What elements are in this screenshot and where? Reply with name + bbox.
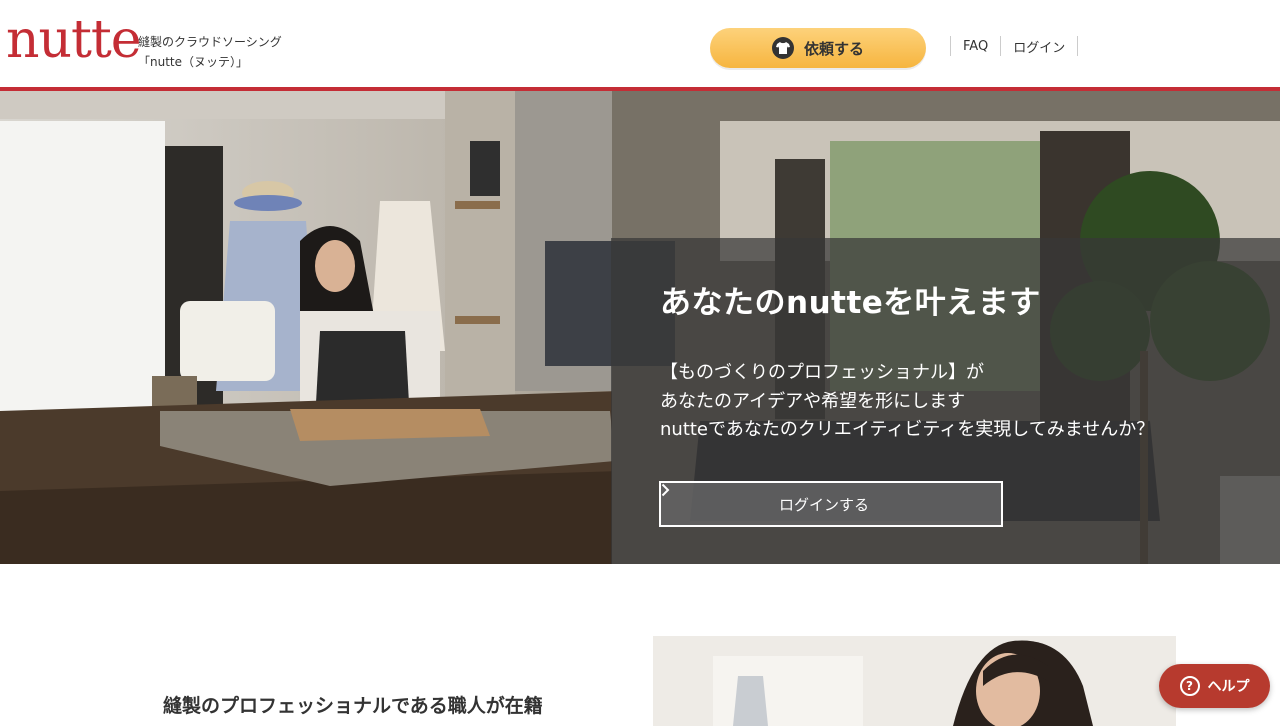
hero-line-3: nutteであなたのクリエイティビティを実現してみませんか？ (660, 419, 1155, 440)
hero-line-1: 【ものづくりのプロフェッショナル】が (660, 362, 984, 383)
shirt-icon (771, 37, 794, 59)
header-nav: FAQ ログイン (950, 36, 1079, 56)
tagline-line-1: 縫製のクラウドソーシング (138, 35, 282, 49)
hero-login-button[interactable]: ログインする (659, 481, 1003, 527)
hero-login-button-label: ログインする (778, 495, 869, 514)
request-button[interactable]: 依頼する (710, 28, 926, 68)
request-button-label: 依頼する (803, 39, 864, 58)
hero-banner: あなたのnutteを叶えます 【ものづくりのプロフェッショナル】が あなたのアイ… (0, 91, 1280, 564)
tagline-line-2: 「nutte（ヌッテ）」 (138, 55, 249, 69)
hero-line-2: あなたのアイデアや希望を形にします (660, 390, 966, 412)
help-button[interactable]: ? ヘルプ (1159, 664, 1270, 708)
help-button-label: ヘルプ (1207, 679, 1250, 695)
nav-divider (1077, 36, 1079, 56)
nutte-logo[interactable]: nutte (6, 14, 142, 66)
section-heading: 縫製のプロフェッショナルである職人が在籍 (163, 695, 543, 717)
hero-title: あなたのnutteを叶えます (660, 285, 1041, 321)
question-circle-icon: ? (1179, 676, 1200, 696)
hero-description: 【ものづくりのプロフェッショナル】が あなたのアイデアや希望を形にします nut… (660, 359, 1154, 445)
craftswoman-photo (653, 636, 1176, 726)
professionals-section: 縫製のプロフェッショナルである職人が在籍 (0, 564, 1280, 726)
tagline: 縫製のクラウドソーシング 「nutte（ヌッテ）」 (138, 32, 282, 72)
nav-login-link[interactable]: ログイン (1001, 37, 1077, 56)
site-header: nutte 縫製のクラウドソーシング 「nutte（ヌッテ）」 依頼する FAQ… (0, 0, 1280, 88)
nav-faq-link[interactable]: FAQ (951, 39, 1000, 54)
